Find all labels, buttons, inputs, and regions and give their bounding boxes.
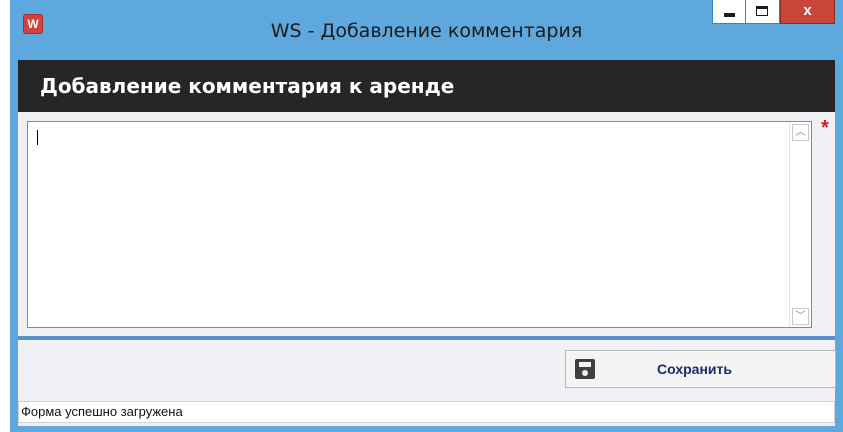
maximize-icon (756, 6, 768, 16)
comment-input[interactable] (28, 122, 790, 327)
divider (18, 336, 835, 340)
chevron-down-icon[interactable]: ﹀ (792, 308, 809, 325)
floppy-disk-icon (575, 359, 595, 379)
close-icon: x (803, 2, 812, 19)
text-caret (37, 130, 38, 145)
maximize-button[interactable] (746, 0, 780, 24)
close-button[interactable]: x (780, 0, 835, 24)
form-header: Добавление комментария к аренде (18, 60, 835, 112)
required-asterisk: * (821, 117, 829, 139)
save-button[interactable]: Сохранить (565, 350, 836, 388)
dialog-window: W WS - Добавление комментария x Добавлен… (10, 0, 843, 432)
status-bar: Форма успешно загружена (18, 401, 835, 423)
chevron-up-icon[interactable]: ︿ (792, 124, 809, 141)
save-button-label: Сохранить (657, 361, 732, 377)
comment-field[interactable]: ︿ ﹀ (27, 121, 812, 328)
page-title: Добавление комментария к аренде (40, 74, 455, 98)
comment-scrollbar[interactable]: ︿ ﹀ (789, 122, 811, 327)
title-bar[interactable]: W WS - Добавление комментария x (10, 0, 843, 50)
minimize-icon (724, 13, 735, 17)
status-text: Форма успешно загружена (21, 404, 183, 419)
form-body: ︿ ﹀ * Сохранить Форма успешно загружена (18, 112, 836, 426)
minimize-button[interactable] (712, 0, 746, 24)
